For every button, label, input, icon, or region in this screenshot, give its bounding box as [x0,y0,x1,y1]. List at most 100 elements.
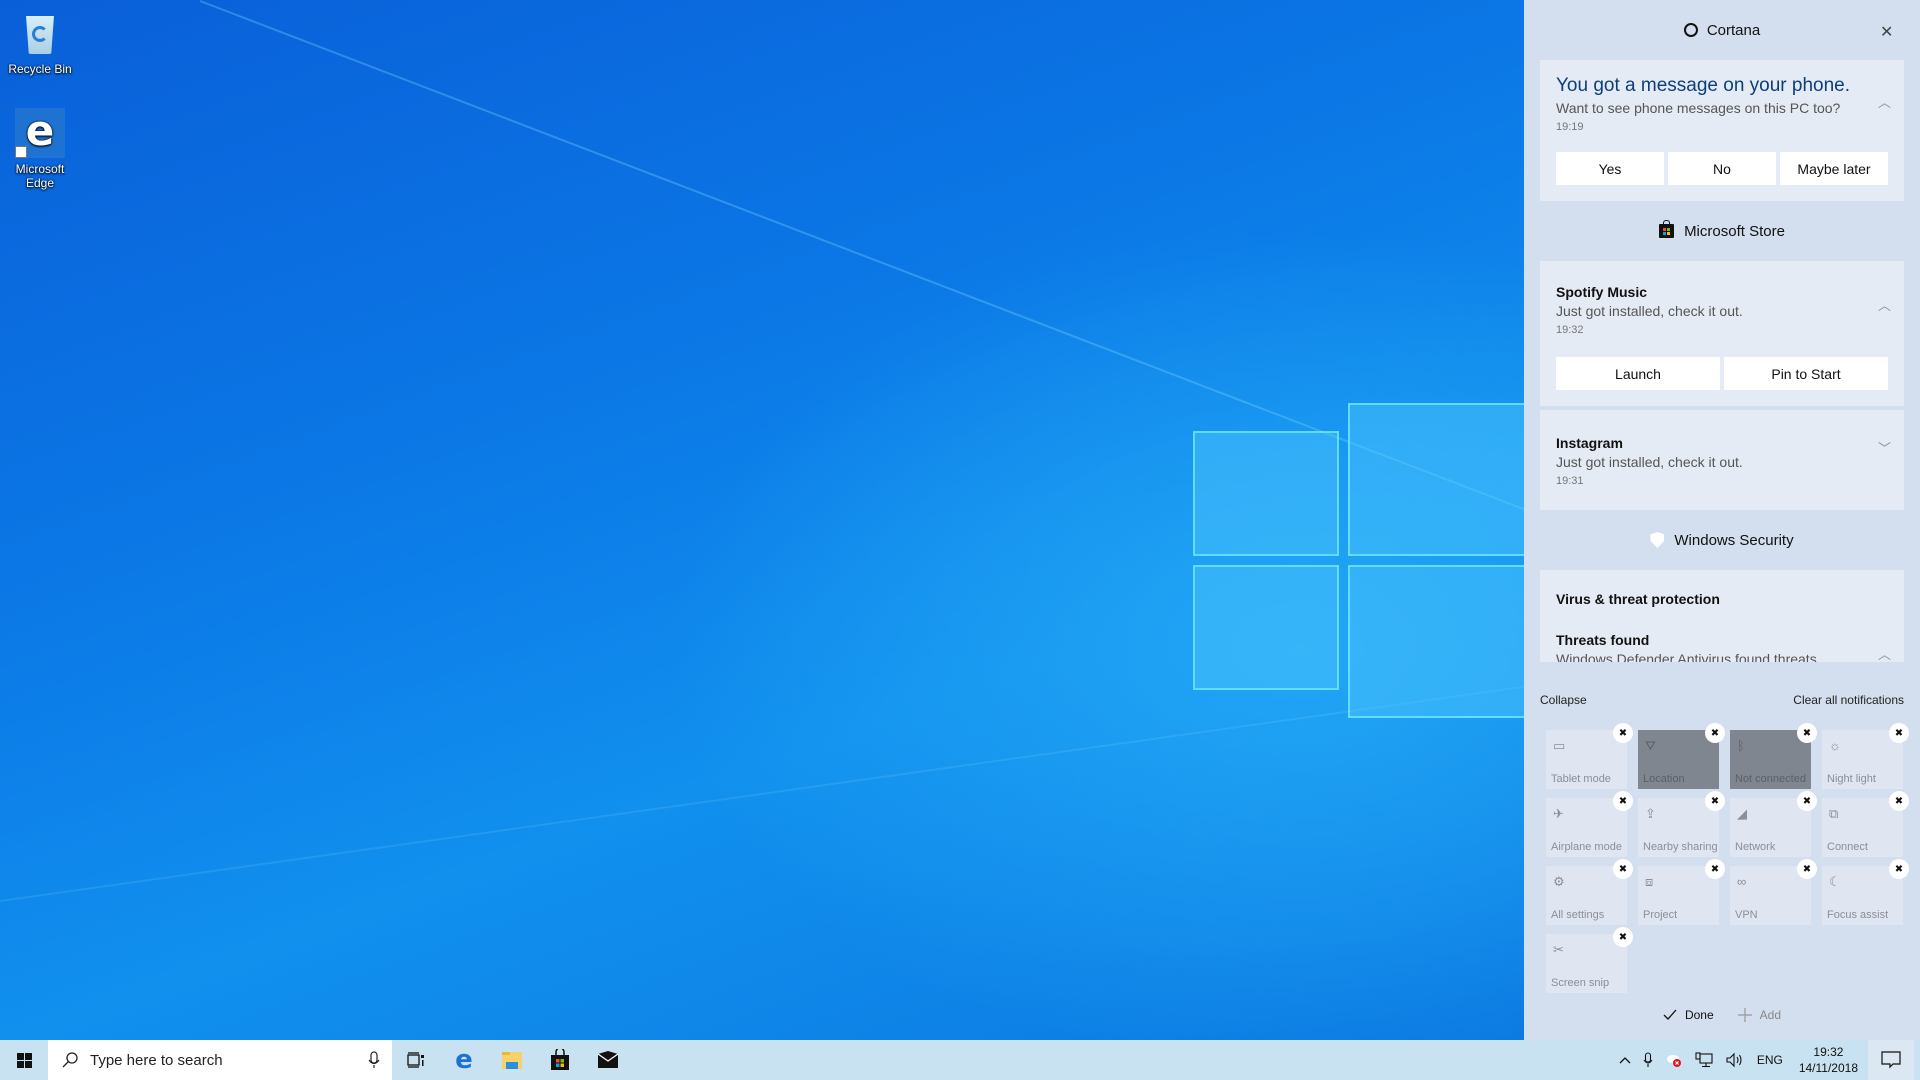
desktop-icon-microsoft-edge[interactable]: e Microsoft Edge [0,108,80,190]
unpin-icon[interactable]: ✖ [1613,791,1633,811]
unpin-icon[interactable]: ✖ [1613,927,1633,947]
notification-title: Instagram [1556,435,1623,451]
volume-tray-button[interactable] [1719,1040,1751,1080]
clear-all-notifications-link[interactable]: Clear all notifications [1793,693,1904,707]
quick-action-label: Focus assist [1827,909,1889,921]
no-button[interactable]: No [1668,152,1776,185]
windows-logo-wallpaper [1193,383,1533,723]
pin-to-start-button[interactable]: Pin to Start [1724,357,1888,390]
recycle-bin-icon [18,10,62,56]
quick-action-label: Screen snip [1551,977,1610,989]
quick-action-tile[interactable]: ⧉ Connect ✖ [1822,791,1909,857]
microphone-tray-button[interactable] [1637,1040,1659,1080]
quick-action-tile[interactable]: ☾ Focus assist ✖ [1822,859,1909,925]
unpin-icon[interactable]: ✖ [1705,859,1725,879]
quick-action-tile[interactable]: ⇪ Nearby sharing ✖ [1638,791,1725,857]
quick-action-label: Location [1643,773,1685,785]
wired-network-icon [1695,1052,1713,1068]
quick-action-label: Tablet mode [1551,773,1611,785]
shield-icon [1650,532,1665,548]
quick-action-tile[interactable]: ∞ VPN ✖ [1730,859,1817,925]
quick-action-tile[interactable]: ▭ Tablet mode ✖ [1546,723,1633,789]
clock[interactable]: 19:32 14/11/2018 [1789,1040,1868,1080]
unpin-icon[interactable]: ✖ [1705,723,1725,743]
quick-action-tile[interactable]: ✈ Airplane mode ✖ [1546,791,1633,857]
unpin-icon[interactable]: ✖ [1889,791,1909,811]
search-box[interactable]: Type here to search [48,1040,392,1080]
collapse-link[interactable]: Collapse [1540,693,1587,707]
airplane-icon: ✈ [1553,806,1564,821]
network-tray-button[interactable] [1689,1040,1719,1080]
quick-actions-edit-footer: Done Add [1524,1008,1920,1022]
quick-action-tile[interactable]: ✂ Screen snip ✖ [1546,927,1633,993]
group-title: Microsoft Store [1684,222,1785,240]
taskbar-app-file-explorer[interactable] [488,1040,536,1080]
system-tray: ENG 19:32 14/11/2018 [1613,1040,1920,1080]
quick-action-tile[interactable]: ◢ Network ✖ [1730,791,1817,857]
action-center-panel: Cortana ✕ You got a message on your phon… [1524,0,1920,1040]
unpin-icon[interactable]: ✖ [1889,859,1909,879]
logo-pane [1193,431,1339,556]
unpin-icon[interactable]: ✖ [1613,859,1633,879]
notification-card[interactable]: Instagram Just got installed, check it o… [1540,410,1904,510]
quick-action-label: Project [1643,909,1678,921]
unpin-icon[interactable]: ✖ [1797,859,1817,879]
task-view-button[interactable] [392,1040,440,1080]
unpin-icon[interactable]: ✖ [1705,791,1725,811]
quick-action-tile[interactable]: ☼ Night light ✖ [1822,723,1909,789]
store-icon [551,1049,569,1070]
quick-action-tile[interactable]: ᛒ Not connected ✖ [1730,723,1817,789]
input-language-button[interactable]: ENG [1751,1040,1789,1080]
group-header-windows-security: Windows Security [1524,510,1920,570]
maybe-later-button[interactable]: Maybe later [1780,152,1888,185]
quick-action-label: All settings [1551,909,1605,921]
clock-time: 19:32 [1813,1045,1844,1059]
chevron-up-icon[interactable]: ︿ [1878,295,1891,313]
add-button[interactable]: Add [1737,1008,1781,1022]
notification-body: Windows Defender Antivirus found threats [1556,651,1817,662]
quick-action-label: Airplane mode [1551,841,1622,853]
unpin-icon[interactable]: ✖ [1613,723,1633,743]
unpin-icon[interactable]: ✖ [1797,723,1817,743]
quick-action-tile[interactable]: ⛛ Location ✖ [1638,723,1725,789]
notification-title: You got a message on your phone. [1556,75,1851,96]
notification-subtitle: Threats found [1556,632,1650,648]
taskbar-app-edge[interactable]: e [440,1040,488,1080]
taskbar-app-microsoft-store[interactable] [536,1040,584,1080]
chevron-up-icon[interactable]: ︿ [1878,644,1891,662]
done-label: Done [1684,1008,1714,1022]
start-button[interactable] [0,1040,48,1080]
quick-action-label: Nearby sharing [1643,841,1718,853]
nearby-sharing-icon: ⇪ [1645,806,1656,821]
task-view-icon [407,1052,424,1068]
done-button[interactable]: Done [1663,1008,1714,1022]
taskbar-app-mail[interactable] [584,1040,632,1080]
project-icon: ⧈ [1645,874,1654,889]
notification-title: Spotify Music [1556,284,1648,300]
yes-button[interactable]: Yes [1556,152,1664,185]
notification-card[interactable]: You got a message on your phone. Want to… [1540,60,1904,201]
quick-action-tile[interactable]: ⚙ All settings ✖ [1546,859,1633,925]
quick-action-tile[interactable]: ⧈ Project ✖ [1638,859,1725,925]
chevron-up-icon[interactable]: ︿ [1878,92,1891,110]
onedrive-error-button[interactable] [1659,1040,1689,1080]
unpin-icon[interactable]: ✖ [1889,723,1909,743]
launch-button[interactable]: Launch [1556,357,1720,390]
speaker-icon [1726,1052,1742,1068]
clock-date: 14/11/2018 [1798,1061,1858,1075]
microphone-icon[interactable] [368,1051,380,1069]
bluetooth-icon: ᛒ [1737,738,1745,753]
notification-card[interactable]: Virus & threat protection Threats found … [1540,570,1904,662]
onedrive-error-icon [1666,1055,1681,1067]
notification-body: Just got installed, check it out. [1556,454,1743,470]
notification-card[interactable]: Spotify Music Just got installed, check … [1540,261,1904,406]
close-icon[interactable]: ✕ [1880,25,1893,41]
action-center-button[interactable] [1868,1040,1914,1080]
unpin-icon[interactable]: ✖ [1797,791,1817,811]
notification-icon [1881,1051,1901,1069]
chevron-down-icon[interactable]: ﹀ [1878,438,1891,456]
desktop-icon-recycle-bin[interactable]: Recycle Bin [0,5,80,76]
checkmark-icon [1663,1009,1677,1020]
night-light-icon: ☼ [1829,738,1841,753]
show-hidden-icons-button[interactable] [1613,1040,1637,1080]
